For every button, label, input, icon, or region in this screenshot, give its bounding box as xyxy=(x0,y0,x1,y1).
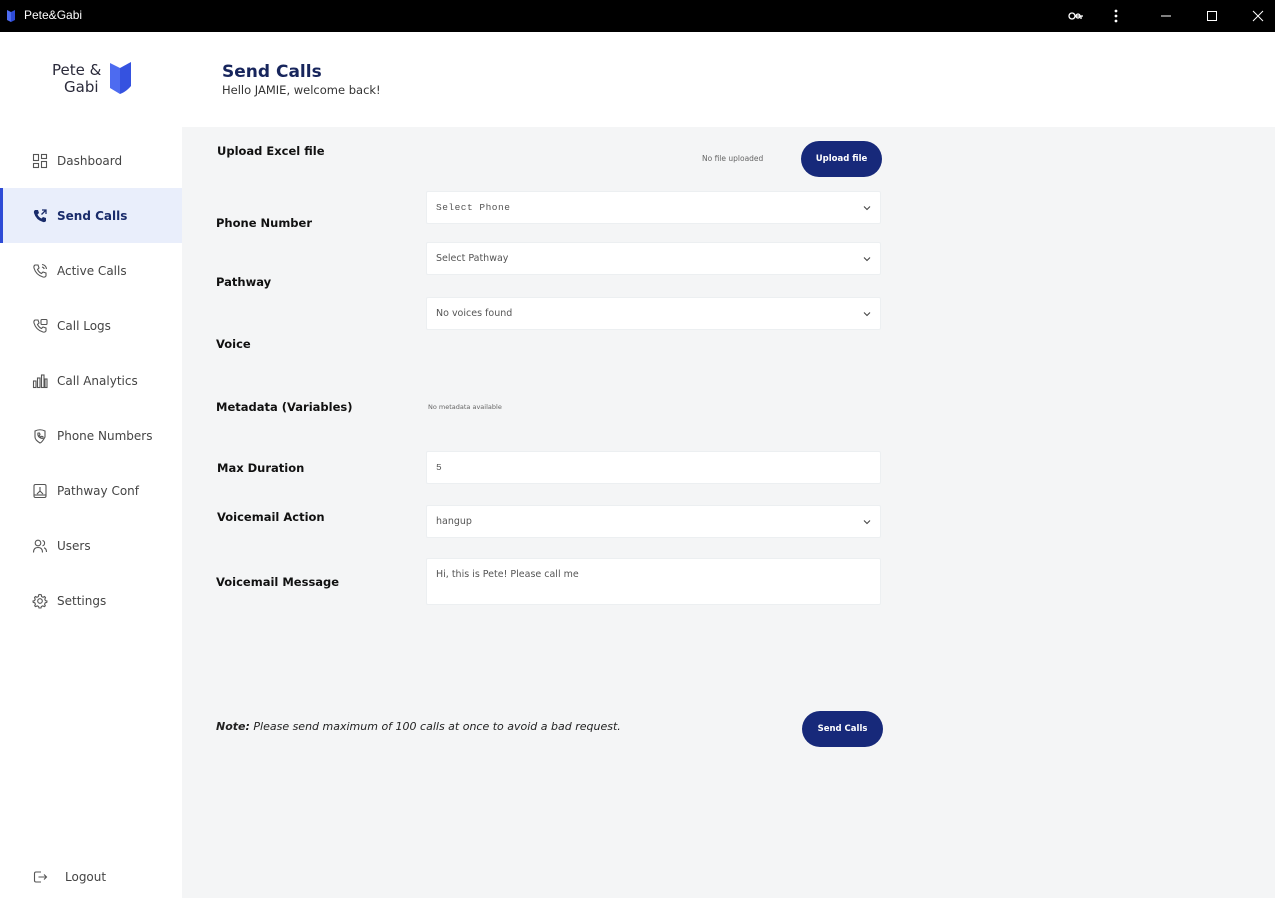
chevron-down-icon xyxy=(863,206,871,211)
pathway-select[interactable]: Select Pathway xyxy=(426,242,881,275)
sidebar-item-label: Pathway Conf xyxy=(57,483,139,498)
bar-chart-icon xyxy=(32,373,48,389)
upload-excel-label: Upload Excel file xyxy=(217,144,325,158)
sidebar-item-users[interactable]: Users xyxy=(0,518,182,573)
logout-label: Logout xyxy=(65,870,107,884)
voice-value: No voices found xyxy=(436,308,513,319)
logo-text: Pete & Gabi xyxy=(52,62,101,96)
voice-select[interactable]: No voices found xyxy=(426,297,881,330)
voicemail-message-textarea[interactable]: Hi, this is Pete! Please call me xyxy=(426,558,881,605)
close-icon xyxy=(1252,10,1264,22)
sidebar-item-label: Send Calls xyxy=(57,208,128,223)
page-title: Send Calls xyxy=(222,62,322,82)
minimize-icon xyxy=(1161,15,1171,17)
app-logo-icon xyxy=(7,10,15,22)
sidebar-item-label: Phone Numbers xyxy=(57,428,153,443)
phone-outgoing-icon xyxy=(32,208,48,224)
voicemail-action-select[interactable]: hangup xyxy=(426,505,881,538)
max-duration-label: Max Duration xyxy=(217,461,305,475)
phone-number-icon xyxy=(32,428,48,444)
users-icon xyxy=(32,538,48,554)
phone-log-icon xyxy=(32,318,48,334)
sidebar-item-label: Active Calls xyxy=(57,263,127,278)
minimize-button[interactable] xyxy=(1143,0,1189,32)
page-header: Send Calls Hello JAMIE, welcome back! xyxy=(182,32,1275,127)
metadata-label: Metadata (Variables) xyxy=(216,400,353,414)
maximize-icon xyxy=(1207,11,1217,21)
sidebar-item-dashboard[interactable]: Dashboard xyxy=(0,133,182,188)
sidebar-item-label: Call Logs xyxy=(57,318,111,333)
pathway-label: Pathway xyxy=(216,275,272,289)
phone-number-label: Phone Number xyxy=(216,216,313,230)
sidebar: Pete & Gabi Dashboard Send Calls Active … xyxy=(0,32,182,898)
voicemail-message-label: Voicemail Message xyxy=(216,575,340,589)
sidebar-item-pathway-conf[interactable]: Pathway Conf xyxy=(0,463,182,518)
voicemail-action-value: hangup xyxy=(436,516,472,527)
call-limit-note: Note: Please send maximum of 100 calls a… xyxy=(216,720,621,733)
dashboard-icon xyxy=(32,153,48,169)
pathway-icon xyxy=(32,483,48,499)
logout-icon xyxy=(32,869,48,885)
logo-mark-icon xyxy=(110,62,131,94)
sidebar-item-call-analytics[interactable]: Call Analytics xyxy=(0,353,182,408)
welcome-message: Hello JAMIE, welcome back! xyxy=(222,83,381,97)
upload-file-button[interactable]: Upload file xyxy=(801,141,882,177)
key-icon xyxy=(1068,12,1083,20)
metadata-empty-message: No metadata available xyxy=(428,403,502,411)
logout-button[interactable]: Logout xyxy=(32,869,106,885)
sidebar-item-call-logs[interactable]: Call Logs xyxy=(0,298,182,353)
sidebar-item-label: Call Analytics xyxy=(57,373,138,388)
logo-line-1: Pete & xyxy=(52,61,102,79)
send-calls-form: Upload Excel file No file uploaded Uploa… xyxy=(182,127,1275,898)
phone-active-icon xyxy=(32,263,48,279)
send-calls-button[interactable]: Send Calls xyxy=(802,711,883,747)
voice-label: Voice xyxy=(216,337,251,351)
note-text: Please send maximum of 100 calls at once… xyxy=(249,720,621,733)
more-options-button[interactable] xyxy=(1093,0,1139,32)
pathway-value: Select Pathway xyxy=(436,253,509,264)
window-titlebar: Pete&Gabi xyxy=(0,0,1275,32)
sidebar-item-label: Users xyxy=(57,538,91,553)
sidebar-item-label: Settings xyxy=(57,593,107,608)
logo-line-2: Gabi xyxy=(64,78,99,96)
max-duration-value: 5 xyxy=(436,462,443,473)
sidebar-nav: Dashboard Send Calls Active Calls Call L… xyxy=(0,133,182,628)
chevron-down-icon xyxy=(863,312,871,317)
gear-icon xyxy=(32,593,48,609)
more-vertical-icon xyxy=(1114,9,1118,23)
sidebar-item-send-calls[interactable]: Send Calls xyxy=(0,188,182,243)
window-title: Pete&Gabi xyxy=(24,8,83,22)
sidebar-item-phone-numbers[interactable]: Phone Numbers xyxy=(0,408,182,463)
close-button[interactable] xyxy=(1235,0,1275,32)
sidebar-item-active-calls[interactable]: Active Calls xyxy=(0,243,182,298)
note-prefix: Note: xyxy=(216,720,250,733)
chevron-down-icon xyxy=(863,520,871,525)
sidebar-item-settings[interactable]: Settings xyxy=(0,573,182,628)
max-duration-input[interactable]: 5 xyxy=(426,451,881,484)
maximize-button[interactable] xyxy=(1189,0,1235,32)
upload-status: No file uploaded xyxy=(702,154,764,163)
voicemail-action-label: Voicemail Action xyxy=(217,510,325,524)
sidebar-item-label: Dashboard xyxy=(57,153,123,168)
chevron-down-icon xyxy=(863,257,871,262)
phone-number-value: Select Phone xyxy=(436,202,511,213)
phone-number-select[interactable]: Select Phone xyxy=(426,191,881,224)
brand-logo[interactable]: Pete & Gabi xyxy=(52,60,134,100)
